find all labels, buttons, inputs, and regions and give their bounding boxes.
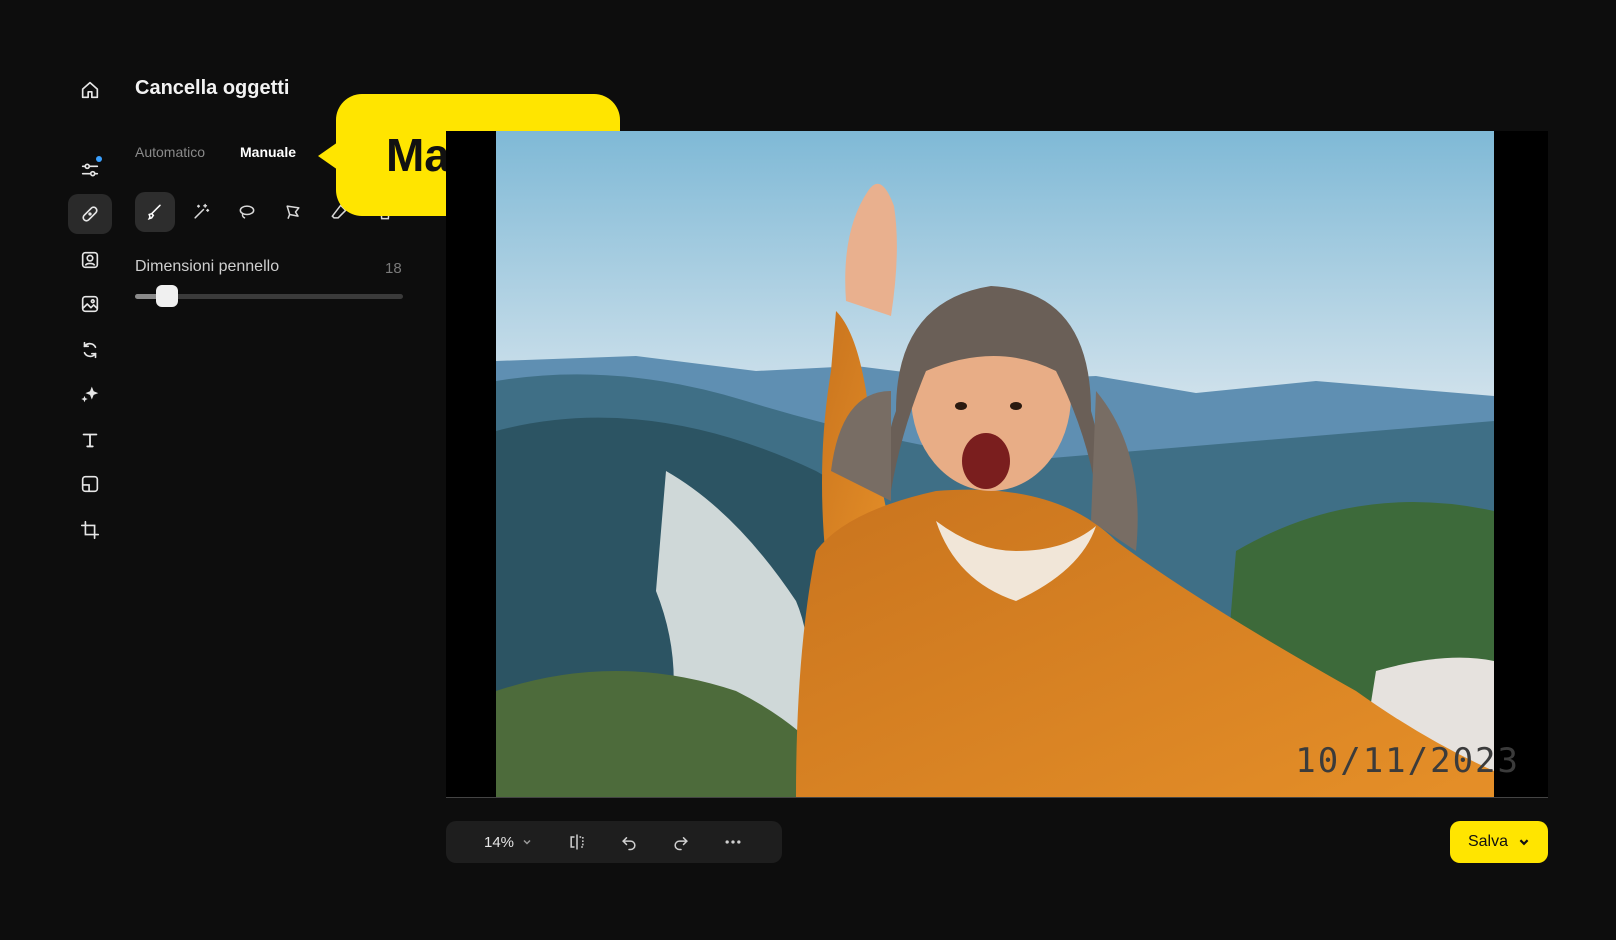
image-edit-icon [81,295,99,313]
notification-dot [96,156,102,162]
layout-button[interactable] [68,464,112,504]
lasso-tool-button[interactable] [227,192,267,232]
canvas-toolbar: 14% [446,821,782,863]
magic-wand-tool-button[interactable] [181,192,221,232]
brush-size-label: Dimensioni pennello [135,258,280,275]
adjust-button[interactable] [68,150,112,190]
save-label: Salva [1467,833,1509,850]
panel-title: Cancella oggetti [135,77,290,99]
magic-wand-icon [194,203,210,219]
more-button[interactable] [722,831,744,853]
zoom-value: 14% [484,833,515,851]
save-button[interactable]: Salva [1450,821,1548,863]
chevron-down-icon [523,839,531,845]
slider-thumb[interactable] [156,285,179,307]
polygon-lasso-icon [286,205,300,219]
brush-icon [147,204,161,220]
text-button[interactable] [68,420,112,460]
compare-icon [570,834,584,850]
home-icon [81,81,99,99]
image-edit-button[interactable] [68,284,112,324]
sliders-icon [81,163,99,177]
lasso-icon [239,205,255,219]
photo [496,131,1494,797]
sparkle-icon [81,386,99,403]
date-stamp: 10/11/2023 [1295,741,1520,781]
text-icon [82,433,98,448]
portrait-icon [81,251,99,269]
tab-automatico[interactable]: Automatico [135,144,205,160]
tab-manuale[interactable]: Manuale [240,144,296,160]
undo-icon [622,837,636,851]
redo-icon [674,837,688,851]
erase-objects-button[interactable] [68,194,112,234]
compare-button[interactable] [566,831,588,853]
home-button[interactable] [68,70,112,110]
zoom-dropdown[interactable]: 14% [484,834,532,851]
bandage-icon [82,206,98,222]
portrait-button[interactable] [68,240,112,280]
brush-size-slider[interactable] [135,285,403,307]
layout-icon [81,475,99,493]
crop-icon [80,520,100,540]
chevron-down-icon [1519,839,1529,846]
rotate-icon [83,341,97,359]
brush-tool-button[interactable] [135,192,175,232]
undo-button[interactable] [618,831,640,853]
image-canvas[interactable]: 10/11/2023 [446,131,1548,798]
more-icon [725,840,741,844]
magic-button[interactable] [68,374,112,414]
rotate-button[interactable] [68,330,112,370]
crop-button[interactable] [68,510,112,550]
brush-size-value: 18 [385,260,402,277]
redo-button[interactable] [670,831,692,853]
polygon-lasso-tool-button[interactable] [273,192,313,232]
photo-illustration [496,131,1494,797]
